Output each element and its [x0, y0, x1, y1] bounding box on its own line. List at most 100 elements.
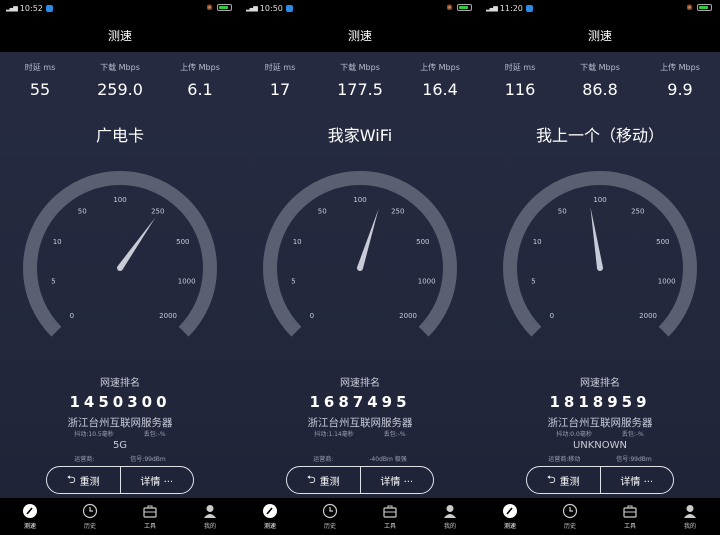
nav-profile[interactable]: 我的: [660, 498, 720, 535]
download-label: 下载 Mbps: [340, 63, 380, 72]
details-button[interactable]: 详情 ···: [119, 467, 194, 493]
clock-icon: [322, 503, 338, 519]
metrics-row: 时延 ms 116 下载 Mbps 86.8 上传 Mbps 9.9: [480, 62, 720, 112]
gauge-tick-label: 100: [113, 196, 126, 204]
latency-value: 17: [269, 80, 291, 99]
gauge-icon: [262, 503, 278, 519]
retest-button[interactable]: ⮌ 重测: [287, 467, 360, 493]
upload-label: 上传 Mbps: [420, 63, 460, 72]
nav-profile[interactable]: 我的: [180, 498, 240, 535]
network-name: 我家WiFi: [327, 126, 393, 145]
download-value: 259.0: [97, 80, 143, 99]
signal-text: 信号:99dBm: [616, 456, 652, 463]
speedtest-panel: ▂▄▆ 10:50 🔕 测速 时延 ms 17 下载 Mbps 177.5 上传 M…: [240, 0, 480, 535]
user-icon: [442, 503, 458, 519]
carrier-text: 运营商:: [313, 456, 334, 463]
details-button[interactable]: 详情 ···: [599, 467, 674, 493]
signal-icon: ▂▄▆: [486, 5, 498, 12]
gauge-tick-label: 500: [176, 238, 189, 246]
gauge-tick-label: 250: [631, 207, 644, 215]
nav-history[interactable]: 历史: [300, 498, 360, 535]
toolbox-icon: [382, 503, 398, 519]
rank-value: 1687495: [309, 393, 411, 411]
signal-icon: ▂▄▆: [246, 5, 258, 12]
page-title: 测速: [240, 18, 480, 52]
nav-speedtest[interactable]: 测速: [0, 498, 60, 535]
gauge-needle: [590, 206, 603, 269]
gauge-tick-label: 1000: [418, 277, 436, 285]
user-icon: [202, 503, 218, 519]
upload-value: 9.9: [667, 80, 693, 99]
latency-label: 时延 ms: [264, 63, 296, 72]
server-name: 浙江台州互联网服务器: [547, 417, 653, 429]
app-icon: [285, 5, 293, 12]
gauge-tick-label: 250: [151, 207, 164, 215]
gauge-tick-label: 5: [531, 277, 535, 285]
nav-tools[interactable]: 工具: [360, 498, 420, 535]
clock-icon: [562, 503, 578, 519]
clock: 10:52: [19, 4, 43, 13]
gauge-tick-label: 2000: [399, 312, 417, 320]
details-button[interactable]: 详情 ···: [359, 467, 434, 493]
gauge-hub: [597, 265, 603, 271]
mute-icon: 🔕: [686, 4, 693, 11]
download-label: 下载 Mbps: [100, 63, 140, 72]
gauge-tick-label: 50: [318, 207, 327, 215]
mute-icon: 🔕: [446, 4, 453, 11]
undo-icon: ⮌: [546, 472, 556, 486]
gauge-tick-label: 100: [353, 196, 366, 204]
gauge-tick-label: 2000: [159, 312, 177, 320]
nav-speedtest[interactable]: 测速: [480, 498, 540, 535]
bottom-nav: 测速 历史 工具 我的: [0, 498, 240, 535]
gauge-tick-label: 0: [70, 312, 74, 320]
speedtest-panel: ▂▄▆ 11:20 🔕 测速 时延 ms 116 下载 Mbps 86.8 上传 M…: [480, 0, 720, 535]
retest-button[interactable]: ⮌ 重测: [47, 467, 120, 493]
signal-text: -40dBm 极强: [369, 456, 407, 463]
gauge-tick-label: 0: [310, 312, 314, 320]
jitter-text: 抖动:0.0毫秒: [556, 431, 592, 438]
details-label: 详情 ···: [380, 476, 414, 488]
nav-speedtest[interactable]: 测速: [240, 498, 300, 535]
upload-value: 6.1: [187, 80, 213, 99]
gauge-tick-label: 1000: [178, 277, 196, 285]
app-icon: [525, 5, 533, 12]
retest-button[interactable]: ⮌ 重测: [527, 467, 600, 493]
metrics-row: 时延 ms 55 下载 Mbps 259.0 上传 Mbps 6.1: [0, 62, 240, 112]
jitter-text: 抖动:1.14毫秒: [314, 431, 354, 438]
gauge-tick-label: 50: [558, 207, 567, 215]
signal-icon: ▂▄▆: [6, 5, 18, 12]
download-value: 177.5: [337, 80, 383, 99]
nav-history[interactable]: 历史: [60, 498, 120, 535]
gauge-tick-label: 10: [533, 238, 542, 246]
loss-text: 丢包:-%: [383, 431, 406, 438]
nav-tools[interactable]: 工具: [120, 498, 180, 535]
status-bar: ▂▄▆ 10:50 🔕: [240, 0, 480, 18]
speed-gauge: 0 5 10 50 100 250 500 1000 2000: [490, 160, 710, 360]
gauge-tick-label: 10: [293, 238, 302, 246]
nav-tools[interactable]: 工具: [600, 498, 660, 535]
bottom-nav: 测速 历史 工具 我的: [480, 498, 720, 535]
gauge-tick-label: 500: [416, 238, 429, 246]
network-name: 广电卡: [95, 126, 144, 145]
details-label: 详情 ···: [140, 476, 174, 488]
gauge-needle: [117, 217, 156, 270]
nav-history[interactable]: 历史: [540, 498, 600, 535]
network-type: UNKNOWN: [572, 440, 628, 451]
loss-text: 丢包:-%: [143, 431, 166, 438]
battery-icon: [217, 4, 232, 11]
metrics-row: 时延 ms 17 下载 Mbps 177.5 上传 Mbps 16.4: [240, 62, 480, 112]
clock-icon: [82, 503, 98, 519]
toolbox-icon: [142, 503, 158, 519]
gauge-tick-label: 0: [550, 312, 554, 320]
speed-gauge: 0 5 10 50 100 250 500 1000 2000: [10, 160, 230, 360]
upload-value: 16.4: [422, 80, 458, 99]
rank-title: 网速排名: [340, 378, 380, 389]
gauge-tick-label: 10: [53, 238, 62, 246]
page-title: 测速: [480, 18, 720, 52]
server-name: 浙江台州互联网服务器: [67, 417, 173, 429]
rank-title: 网速排名: [580, 378, 620, 389]
undo-icon: ⮌: [66, 472, 76, 486]
nav-profile[interactable]: 我的: [420, 498, 480, 535]
latency-label: 时延 ms: [504, 63, 536, 72]
network-name: 我上一个（移动）: [535, 126, 664, 145]
